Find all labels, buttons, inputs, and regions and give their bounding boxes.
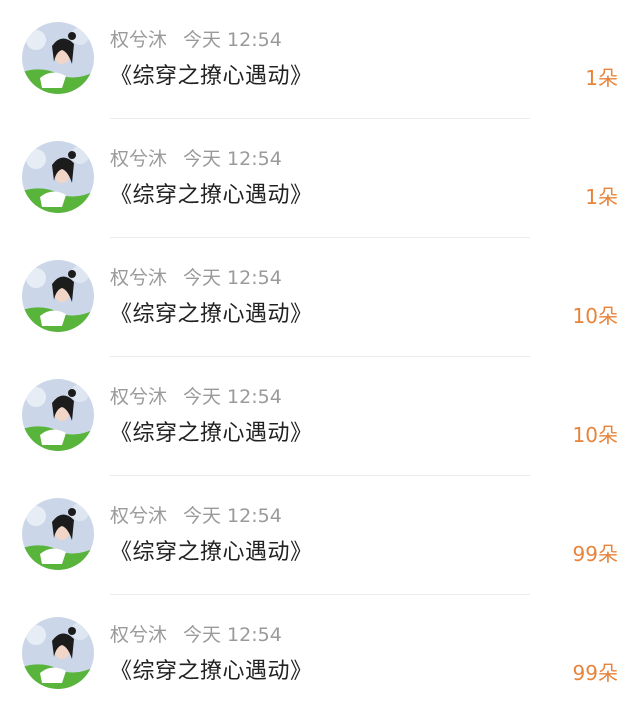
list-item[interactable]: 权兮沐 今天 12:54 《综穿之撩心遇动》 1朵 — [0, 119, 640, 238]
avatar-photo-icon — [22, 617, 94, 689]
user-name[interactable]: 权兮沐 — [110, 386, 167, 408]
gift-amount: 10朵 — [572, 304, 618, 328]
item-meta: 权兮沐 今天 12:54 — [110, 266, 282, 290]
timestamp: 今天 12:54 — [183, 267, 282, 289]
avatar-photo-icon — [22, 22, 94, 94]
user-name[interactable]: 权兮沐 — [110, 29, 167, 51]
item-meta: 权兮沐 今天 12:54 — [110, 623, 282, 647]
book-title[interactable]: 《综穿之撩心遇动》 — [110, 657, 313, 687]
avatar[interactable] — [22, 617, 94, 689]
avatar-photo-icon — [22, 498, 94, 570]
item-meta: 权兮沐 今天 12:54 — [110, 147, 282, 171]
user-name[interactable]: 权兮沐 — [110, 624, 167, 646]
timestamp: 今天 12:54 — [183, 386, 282, 408]
gift-amount: 1朵 — [585, 66, 618, 90]
item-meta: 权兮沐 今天 12:54 — [110, 28, 282, 52]
timestamp: 今天 12:54 — [183, 505, 282, 527]
avatar[interactable] — [22, 260, 94, 332]
user-name[interactable]: 权兮沐 — [110, 505, 167, 527]
avatar-photo-icon — [22, 379, 94, 451]
book-title[interactable]: 《综穿之撩心遇动》 — [110, 419, 313, 449]
list-item[interactable]: 权兮沐 今天 12:54 《综穿之撩心遇动》 1朵 — [0, 0, 640, 119]
list-item[interactable]: 权兮沐 今天 12:54 《综穿之撩心遇动》 99朵 — [0, 476, 640, 595]
list-item[interactable]: 权兮沐 今天 12:54 《综穿之撩心遇动》 10朵 — [0, 238, 640, 357]
avatar[interactable] — [22, 22, 94, 94]
avatar[interactable] — [22, 498, 94, 570]
list-item[interactable]: 权兮沐 今天 12:54 《综穿之撩心遇动》 10朵 — [0, 357, 640, 476]
user-name[interactable]: 权兮沐 — [110, 267, 167, 289]
gift-amount: 1朵 — [585, 185, 618, 209]
item-meta: 权兮沐 今天 12:54 — [110, 385, 282, 409]
list-item[interactable]: 权兮沐 今天 12:54 《综穿之撩心遇动》 99朵 — [0, 595, 640, 714]
avatar[interactable] — [22, 141, 94, 213]
book-title[interactable]: 《综穿之撩心遇动》 — [110, 181, 313, 211]
timestamp: 今天 12:54 — [183, 29, 282, 51]
avatar-photo-icon — [22, 141, 94, 213]
item-meta: 权兮沐 今天 12:54 — [110, 504, 282, 528]
gift-amount: 10朵 — [572, 423, 618, 447]
gift-amount: 99朵 — [572, 542, 618, 566]
user-name[interactable]: 权兮沐 — [110, 148, 167, 170]
timestamp: 今天 12:54 — [183, 148, 282, 170]
book-title[interactable]: 《综穿之撩心遇动》 — [110, 62, 313, 92]
gift-record-list: 权兮沐 今天 12:54 《综穿之撩心遇动》 1朵 权兮沐 今天 12:54 《综穿… — [0, 0, 640, 716]
gift-amount: 99朵 — [572, 661, 618, 685]
book-title[interactable]: 《综穿之撩心遇动》 — [110, 538, 313, 568]
timestamp: 今天 12:54 — [183, 624, 282, 646]
avatar-photo-icon — [22, 260, 94, 332]
avatar[interactable] — [22, 379, 94, 451]
book-title[interactable]: 《综穿之撩心遇动》 — [110, 300, 313, 330]
